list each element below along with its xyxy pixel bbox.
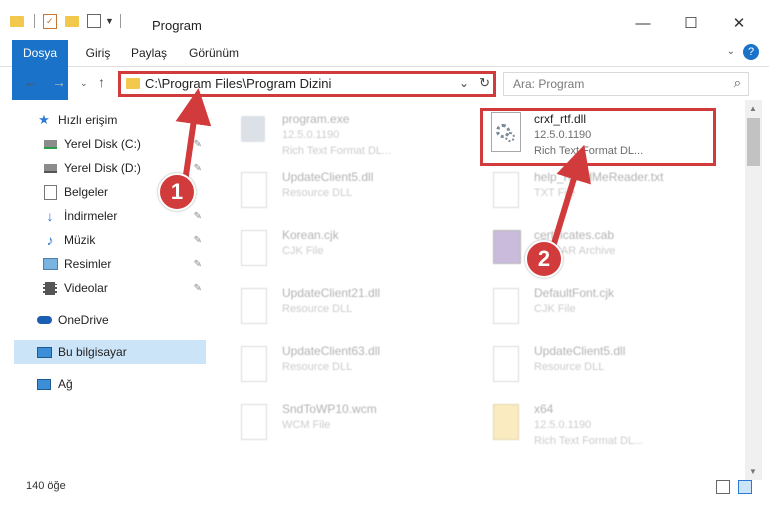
large-icons-view-icon[interactable]	[738, 480, 752, 494]
status-bar: 140 öğe	[0, 480, 769, 509]
details-view-icon[interactable]	[716, 480, 730, 494]
item-count: 140 öğe	[26, 480, 66, 492]
arrow-to-dll-file	[549, 144, 591, 251]
step-badge-1: 1	[158, 173, 196, 211]
arrow-to-address-bar	[175, 88, 212, 183]
annotation-arrows	[175, 88, 591, 251]
step-badge-2: 2	[525, 240, 563, 278]
